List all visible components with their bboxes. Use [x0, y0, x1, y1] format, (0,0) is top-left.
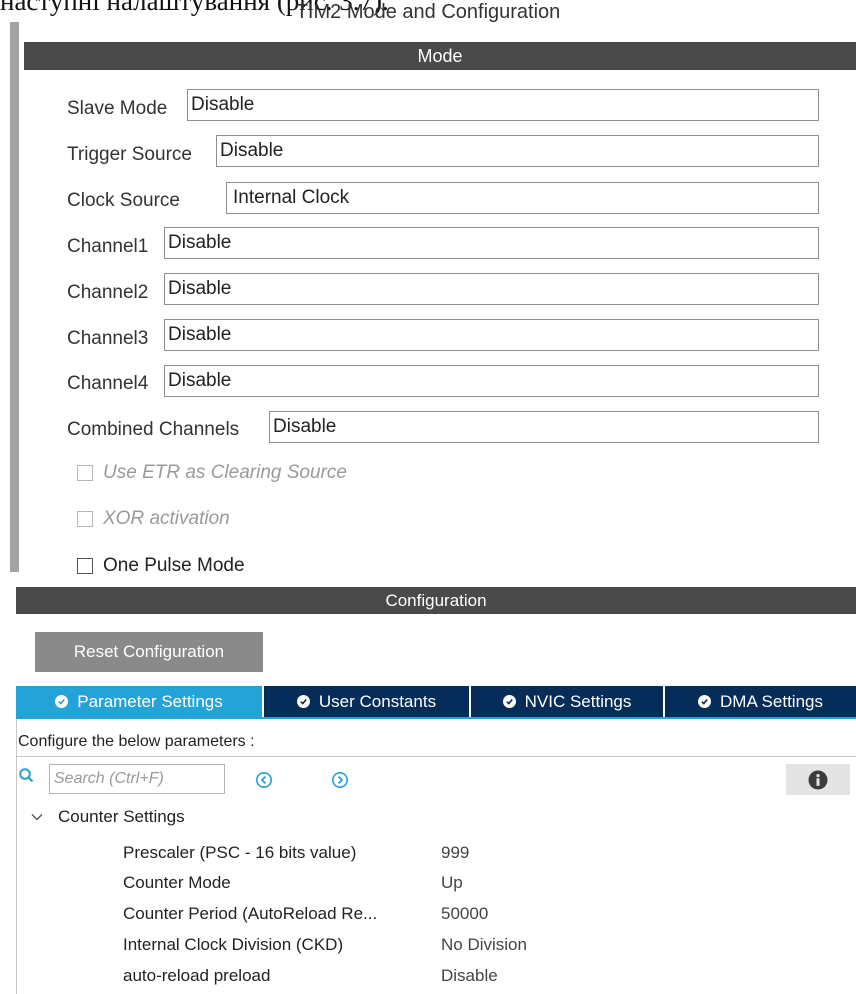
auto-reload-preload-param-value[interactable]: Disable [441, 966, 498, 986]
counter-mode-param-value[interactable]: Up [441, 873, 463, 893]
info-icon [808, 770, 828, 789]
xor-activation-checkbox-row[interactable]: XOR activation [77, 508, 230, 530]
clock-source-label: Clock Source [67, 190, 180, 211]
tabs-underline [16, 717, 856, 719]
prescaler-param-value[interactable]: 999 [441, 843, 469, 863]
combined-channels-select[interactable]: Disable [269, 411, 819, 443]
previous-arrow-icon[interactable] [255, 771, 273, 789]
tab-dma-settings[interactable]: DMA Settings [665, 686, 856, 717]
slave-mode-select[interactable]: Disable [187, 89, 819, 121]
tab-label: User Constants [318, 691, 437, 711]
use-etr-checkbox-row[interactable]: Use ETR as Clearing Source [77, 462, 347, 484]
channel1-select[interactable]: Disable [164, 227, 819, 259]
configuration-body-border [16, 719, 17, 994]
slave-mode-label: Slave Mode [67, 98, 168, 119]
left-rail [10, 22, 19, 572]
tab-nvic-settings[interactable]: NVIC Settings [471, 686, 663, 717]
clock-source-select[interactable]: Internal Clock [226, 182, 819, 214]
auto-reload-preload-param-name[interactable]: auto-reload preload [123, 966, 270, 986]
xor-activation-checkbox[interactable] [77, 511, 93, 527]
search-input[interactable]: Search (Ctrl+F) [49, 764, 225, 794]
panel-title: TIM2 Mode and Configuration [295, 1, 561, 23]
reset-configuration-button[interactable]: Reset Configuration [35, 632, 263, 672]
clock-division-param-name[interactable]: Internal Clock Division (CKD) [123, 935, 343, 955]
tab-user-constants[interactable]: User Constants [264, 686, 469, 717]
channel4-select[interactable]: Disable [164, 365, 819, 397]
next-arrow-icon[interactable] [331, 771, 349, 789]
check-circle-icon [698, 695, 711, 708]
chevron-down-icon[interactable] [30, 812, 44, 822]
check-circle-icon [502, 695, 516, 708]
one-pulse-mode-checkbox[interactable] [77, 558, 93, 574]
check-circle-icon [55, 695, 69, 708]
channel3-label: Channel3 [67, 328, 149, 349]
divider [17, 756, 856, 757]
counter-settings-group[interactable]: Counter Settings [58, 807, 185, 827]
use-etr-label: Use ETR as Clearing Source [103, 462, 347, 483]
configure-instruction: Configure the below parameters : [18, 733, 255, 750]
info-button[interactable] [786, 764, 850, 795]
counter-period-param-value[interactable]: 50000 [441, 904, 488, 924]
one-pulse-mode-label: One Pulse Mode [103, 555, 245, 576]
combined-channels-label: Combined Channels [67, 419, 240, 440]
prescaler-param-name[interactable]: Prescaler (PSC - 16 bits value) [123, 843, 356, 863]
channel3-select[interactable]: Disable [164, 319, 819, 351]
tab-parameter-settings[interactable]: Parameter Settings [16, 686, 262, 717]
counter-mode-param-name[interactable]: Counter Mode [123, 873, 231, 893]
trigger-source-label: Trigger Source [67, 144, 192, 165]
clock-division-param-value[interactable]: No Division [441, 935, 527, 955]
tab-label: NVIC Settings [524, 691, 632, 711]
trigger-source-select[interactable]: Disable [216, 135, 819, 167]
mode-header: Mode [24, 42, 856, 70]
one-pulse-mode-checkbox-row[interactable]: One Pulse Mode [77, 555, 245, 577]
configuration-header: Configuration [16, 587, 856, 614]
search-icon[interactable] [18, 767, 36, 785]
tab-label: DMA Settings [720, 691, 823, 711]
channel4-label: Channel4 [67, 373, 149, 394]
use-etr-checkbox[interactable] [77, 465, 93, 481]
tab-label: Parameter Settings [77, 691, 223, 711]
channel2-select[interactable]: Disable [164, 273, 819, 305]
counter-period-param-name[interactable]: Counter Period (AutoReload Re... [123, 904, 377, 924]
channel2-label: Channel2 [67, 282, 149, 303]
channel1-label: Channel1 [67, 236, 149, 257]
check-circle-icon [296, 695, 310, 708]
xor-activation-label: XOR activation [103, 508, 230, 529]
